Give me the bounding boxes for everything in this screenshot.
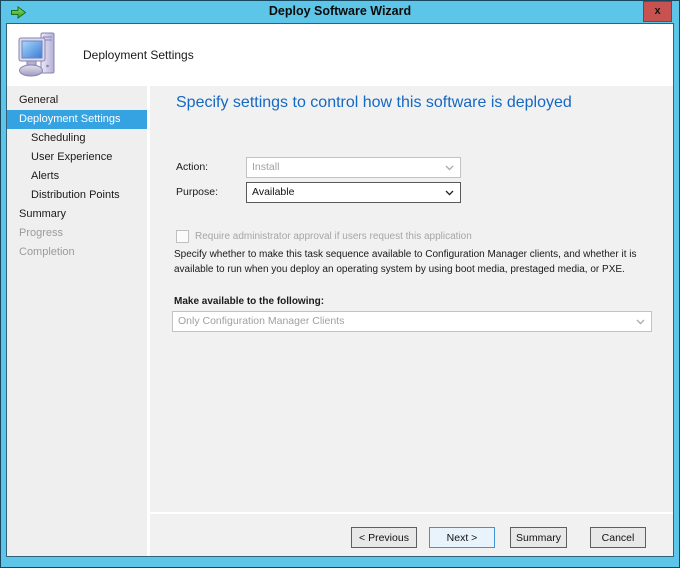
action-value: Install [252,161,279,173]
sidebar-item-general[interactable]: General [7,91,147,110]
chevron-down-icon [445,190,454,196]
deploy-software-wizard-window: Deploy Software Wizard x [0,0,680,568]
approval-checkbox [176,230,189,243]
chevron-down-icon [636,319,645,325]
sidebar-item-completion: Completion [7,243,147,262]
wizard-body: GeneralDeployment SettingsSchedulingUser… [7,86,673,556]
sidebar-item-alerts[interactable]: Alerts [7,167,147,186]
approval-checkbox-label: Require administrator approval if users … [195,231,472,242]
titlebar: Deploy Software Wizard x [1,1,679,23]
window-title: Deploy Software Wizard [1,4,679,18]
next-button[interactable]: Next > [429,527,495,548]
summary-button[interactable]: Summary [510,527,567,548]
close-button[interactable]: x [643,1,672,22]
make-available-value: Only Configuration Manager Clients [178,315,344,327]
purpose-dropdown[interactable]: Available [246,182,461,203]
sidebar-item-user-experience[interactable]: User Experience [7,148,147,167]
make-available-label: Make available to the following: [174,296,324,307]
task-sequence-description: Specify whether to make this task sequen… [174,247,656,277]
page-title: Specify settings to control how this sof… [176,94,572,112]
make-available-dropdown: Only Configuration Manager Clients [172,311,652,332]
wizard-frame: Deployment Settings GeneralDeployment Se… [6,23,674,557]
purpose-label: Purpose: [176,182,218,203]
button-bar: < Previous Next > Summary Cancel [150,514,673,556]
sidebar-item-summary[interactable]: Summary [7,205,147,224]
purpose-value: Available [252,186,294,198]
approval-checkbox-row: Require administrator approval if users … [176,230,472,243]
wizard-steps-nav: GeneralDeployment SettingsSchedulingUser… [7,86,147,556]
cancel-button[interactable]: Cancel [590,527,646,548]
header-step-title: Deployment Settings [83,48,194,62]
previous-button[interactable]: < Previous [351,527,417,548]
computer-icon [18,32,58,78]
sidebar-item-progress: Progress [7,224,147,243]
action-dropdown: Install [246,157,461,178]
wizard-header: Deployment Settings [7,24,673,86]
chevron-down-icon [445,165,454,171]
sidebar-item-deployment-settings[interactable]: Deployment Settings [7,110,147,129]
sidebar-item-distribution-points[interactable]: Distribution Points [7,186,147,205]
action-label: Action: [176,157,208,178]
sidebar-item-scheduling[interactable]: Scheduling [7,129,147,148]
right-column: Specify settings to control how this sof… [150,86,673,556]
deployment-settings-page: Specify settings to control how this sof… [150,86,673,512]
